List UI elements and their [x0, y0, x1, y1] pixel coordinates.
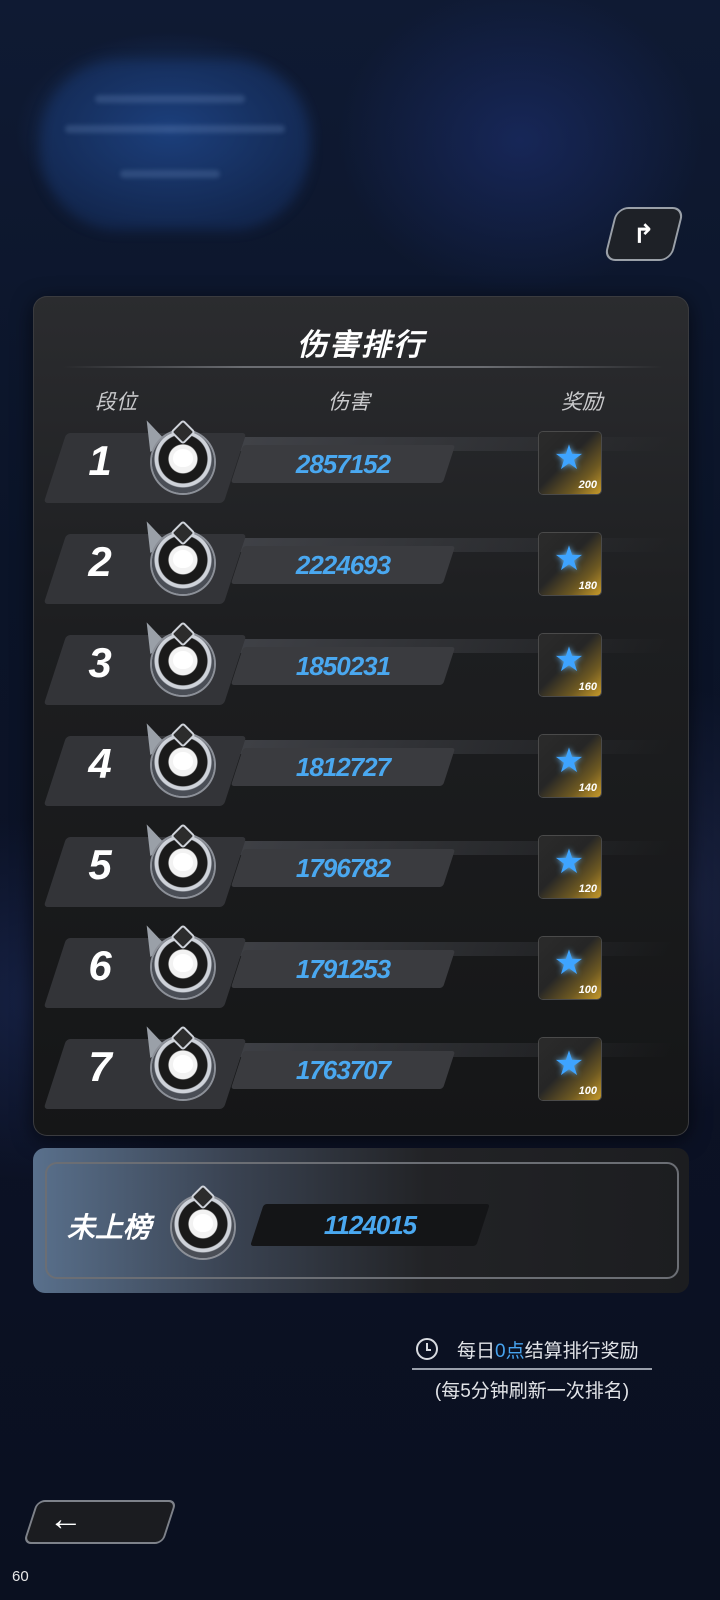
player-avatar[interactable] [152, 520, 214, 594]
player-avatar[interactable] [152, 419, 214, 493]
reward-count: 100 [578, 1085, 597, 1097]
star-icon: ★ [553, 742, 585, 780]
avatar-face [173, 954, 193, 972]
rank-plate [43, 1039, 247, 1109]
star-icon: ★ [553, 540, 585, 578]
damage-value: 1796782 [295, 853, 391, 883]
rank-number: 3 [88, 639, 112, 686]
self-rank-card: 未上榜 1124015 [33, 1148, 689, 1293]
star-icon: ★ [553, 641, 585, 679]
reset-suffix: 结算排行奖励 [524, 1341, 639, 1362]
avatar-face [193, 1214, 213, 1232]
reward-count: 200 [578, 479, 597, 491]
reward-item[interactable]: ★ 140 [539, 735, 601, 797]
column-header-reward: 奖励 [561, 391, 603, 414]
panel-title: 伤害排行 [297, 329, 425, 362]
star-icon: ★ [553, 1045, 585, 1083]
self-damage-value: 1124015 [323, 1210, 417, 1240]
reset-prefix: 每日 [457, 1341, 496, 1362]
background-text-blur [120, 170, 220, 178]
back-button[interactable]: ← [22, 1500, 178, 1544]
player-avatar[interactable] [152, 823, 214, 897]
rank-number: 7 [88, 1043, 112, 1090]
reward-reset-info: 每日0点结算排行奖励 [412, 1336, 652, 1370]
column-header-rank: 段位 [95, 391, 137, 414]
self-avatar[interactable] [172, 1184, 234, 1258]
damage-value: 2224693 [295, 550, 391, 580]
reward-item[interactable]: ★ 120 [539, 836, 601, 898]
background-text-blur [65, 125, 285, 133]
damage-value: 1812727 [295, 752, 391, 782]
reward-count: 140 [578, 782, 597, 794]
ranking-row[interactable]: 5 1796782 ★ 120 [43, 820, 674, 909]
damage-value: 1850231 [295, 651, 391, 681]
avatar-face [173, 1055, 193, 1073]
avatar-face [173, 550, 193, 568]
reward-count: 100 [578, 984, 597, 996]
damage-value: 1791253 [295, 954, 391, 984]
damage-value: 1763707 [295, 1055, 391, 1085]
reward-item[interactable]: ★ 100 [539, 1038, 601, 1100]
background-blur [40, 60, 310, 230]
star-icon: ★ [553, 439, 585, 477]
player-avatar[interactable] [152, 621, 214, 695]
back-arrow-icon: ← [48, 1500, 83, 1538]
reward-count: 120 [578, 883, 597, 895]
ranking-row[interactable]: 2 2224693 ★ 180 [43, 517, 674, 606]
reward-item[interactable]: ★ 180 [539, 533, 601, 595]
avatar-ear [190, 1184, 216, 1210]
reward-item[interactable]: ★ 200 [539, 432, 601, 494]
damage-ranking-panel: 伤害排行 段位 伤害 奖励 [33, 296, 689, 1136]
rank-plate [43, 736, 247, 806]
column-header-damage: 伤害 [328, 391, 370, 414]
rank-plate [43, 635, 247, 705]
reset-text: 每日0点结算排行奖励 [457, 1336, 639, 1363]
ranking-row[interactable]: 7 1763707 ★ 100 [43, 1022, 674, 1111]
rank-plate [43, 938, 247, 1008]
rank-number: 6 [88, 942, 112, 989]
background-text-blur [95, 95, 245, 103]
reward-count: 160 [578, 681, 597, 693]
ranking-row[interactable]: 1 2857152 ★ 200 [43, 416, 674, 505]
avatar-face [173, 752, 193, 770]
rank-number: 1 [88, 437, 112, 484]
rank-plate [43, 534, 247, 604]
share-button[interactable]: ↱ [603, 207, 685, 261]
rank-plate [43, 837, 247, 907]
player-avatar[interactable] [152, 722, 214, 796]
fps-counter: 60 [12, 1568, 29, 1585]
star-icon: ★ [553, 944, 585, 982]
self-rank-frame: 未上榜 1124015 [45, 1162, 679, 1279]
reward-item[interactable]: ★ 160 [539, 634, 601, 696]
rank-plate [43, 433, 247, 503]
refresh-note: (每5分钟刷新一次排名) [434, 1381, 630, 1402]
rank-number: 5 [88, 841, 112, 888]
share-arrow-icon: ↱ [633, 218, 655, 249]
reset-time-highlight: 0点 [495, 1341, 525, 1362]
reward-item[interactable]: ★ 100 [539, 937, 601, 999]
reward-count: 180 [578, 580, 597, 592]
player-avatar[interactable] [152, 1025, 214, 1099]
avatar-face [173, 449, 193, 467]
unranked-label: 未上榜 [67, 1212, 152, 1243]
rank-number: 2 [88, 538, 112, 585]
avatar-face [173, 651, 193, 669]
title-divider [63, 366, 663, 368]
damage-value: 2857152 [295, 449, 391, 479]
ranking-row[interactable]: 4 1812727 ★ 140 [43, 719, 674, 808]
star-icon: ★ [553, 843, 585, 881]
rank-number: 4 [88, 740, 112, 787]
clock-icon [416, 1338, 438, 1360]
ranking-row[interactable]: 3 1850231 ★ 160 [43, 618, 674, 707]
ranking-row[interactable]: 6 1791253 ★ 100 [43, 921, 674, 1010]
player-avatar[interactable] [152, 924, 214, 998]
avatar-face [173, 853, 193, 871]
